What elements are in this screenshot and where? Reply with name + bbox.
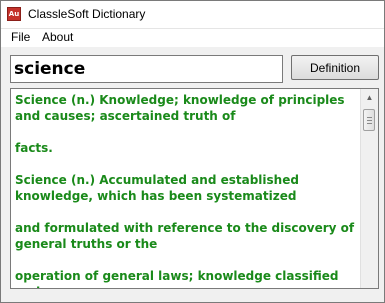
search-input[interactable] bbox=[10, 55, 283, 83]
book-app-icon: Au bbox=[7, 7, 21, 21]
definition-line: Science (n.) Knowledge; knowledge of pri… bbox=[15, 93, 345, 123]
grip-line-icon bbox=[367, 120, 372, 121]
definition-text: Science (n.) Knowledge; knowledge of pri… bbox=[15, 92, 361, 288]
definition-line: and formulated with reference to the dis… bbox=[15, 221, 355, 251]
scroll-thumb[interactable] bbox=[363, 109, 375, 131]
menu-about[interactable]: About bbox=[40, 30, 75, 44]
definition-output[interactable]: Science (n.) Knowledge; knowledge of pri… bbox=[10, 88, 379, 289]
definition-button[interactable]: Definition bbox=[291, 55, 379, 80]
window-title: ClassleSoft Dictionary bbox=[28, 7, 146, 21]
grip-line-icon bbox=[367, 117, 372, 118]
grip-line-icon bbox=[367, 123, 372, 124]
definition-line: facts. bbox=[15, 141, 53, 155]
menu-file[interactable]: File bbox=[9, 30, 32, 44]
title-bar[interactable]: Au ClassleSoft Dictionary bbox=[1, 1, 384, 29]
app-window: Au ClassleSoft Dictionary File About Def… bbox=[0, 0, 385, 303]
menu-bar: File About bbox=[1, 29, 384, 47]
definition-line: Science (n.) Accumulated and established… bbox=[15, 173, 299, 203]
scroll-up-arrow-icon[interactable]: ▲ bbox=[361, 89, 378, 106]
definition-line: operation of general laws; knowledge cla… bbox=[15, 269, 339, 288]
vertical-scrollbar[interactable]: ▲ bbox=[360, 89, 378, 288]
